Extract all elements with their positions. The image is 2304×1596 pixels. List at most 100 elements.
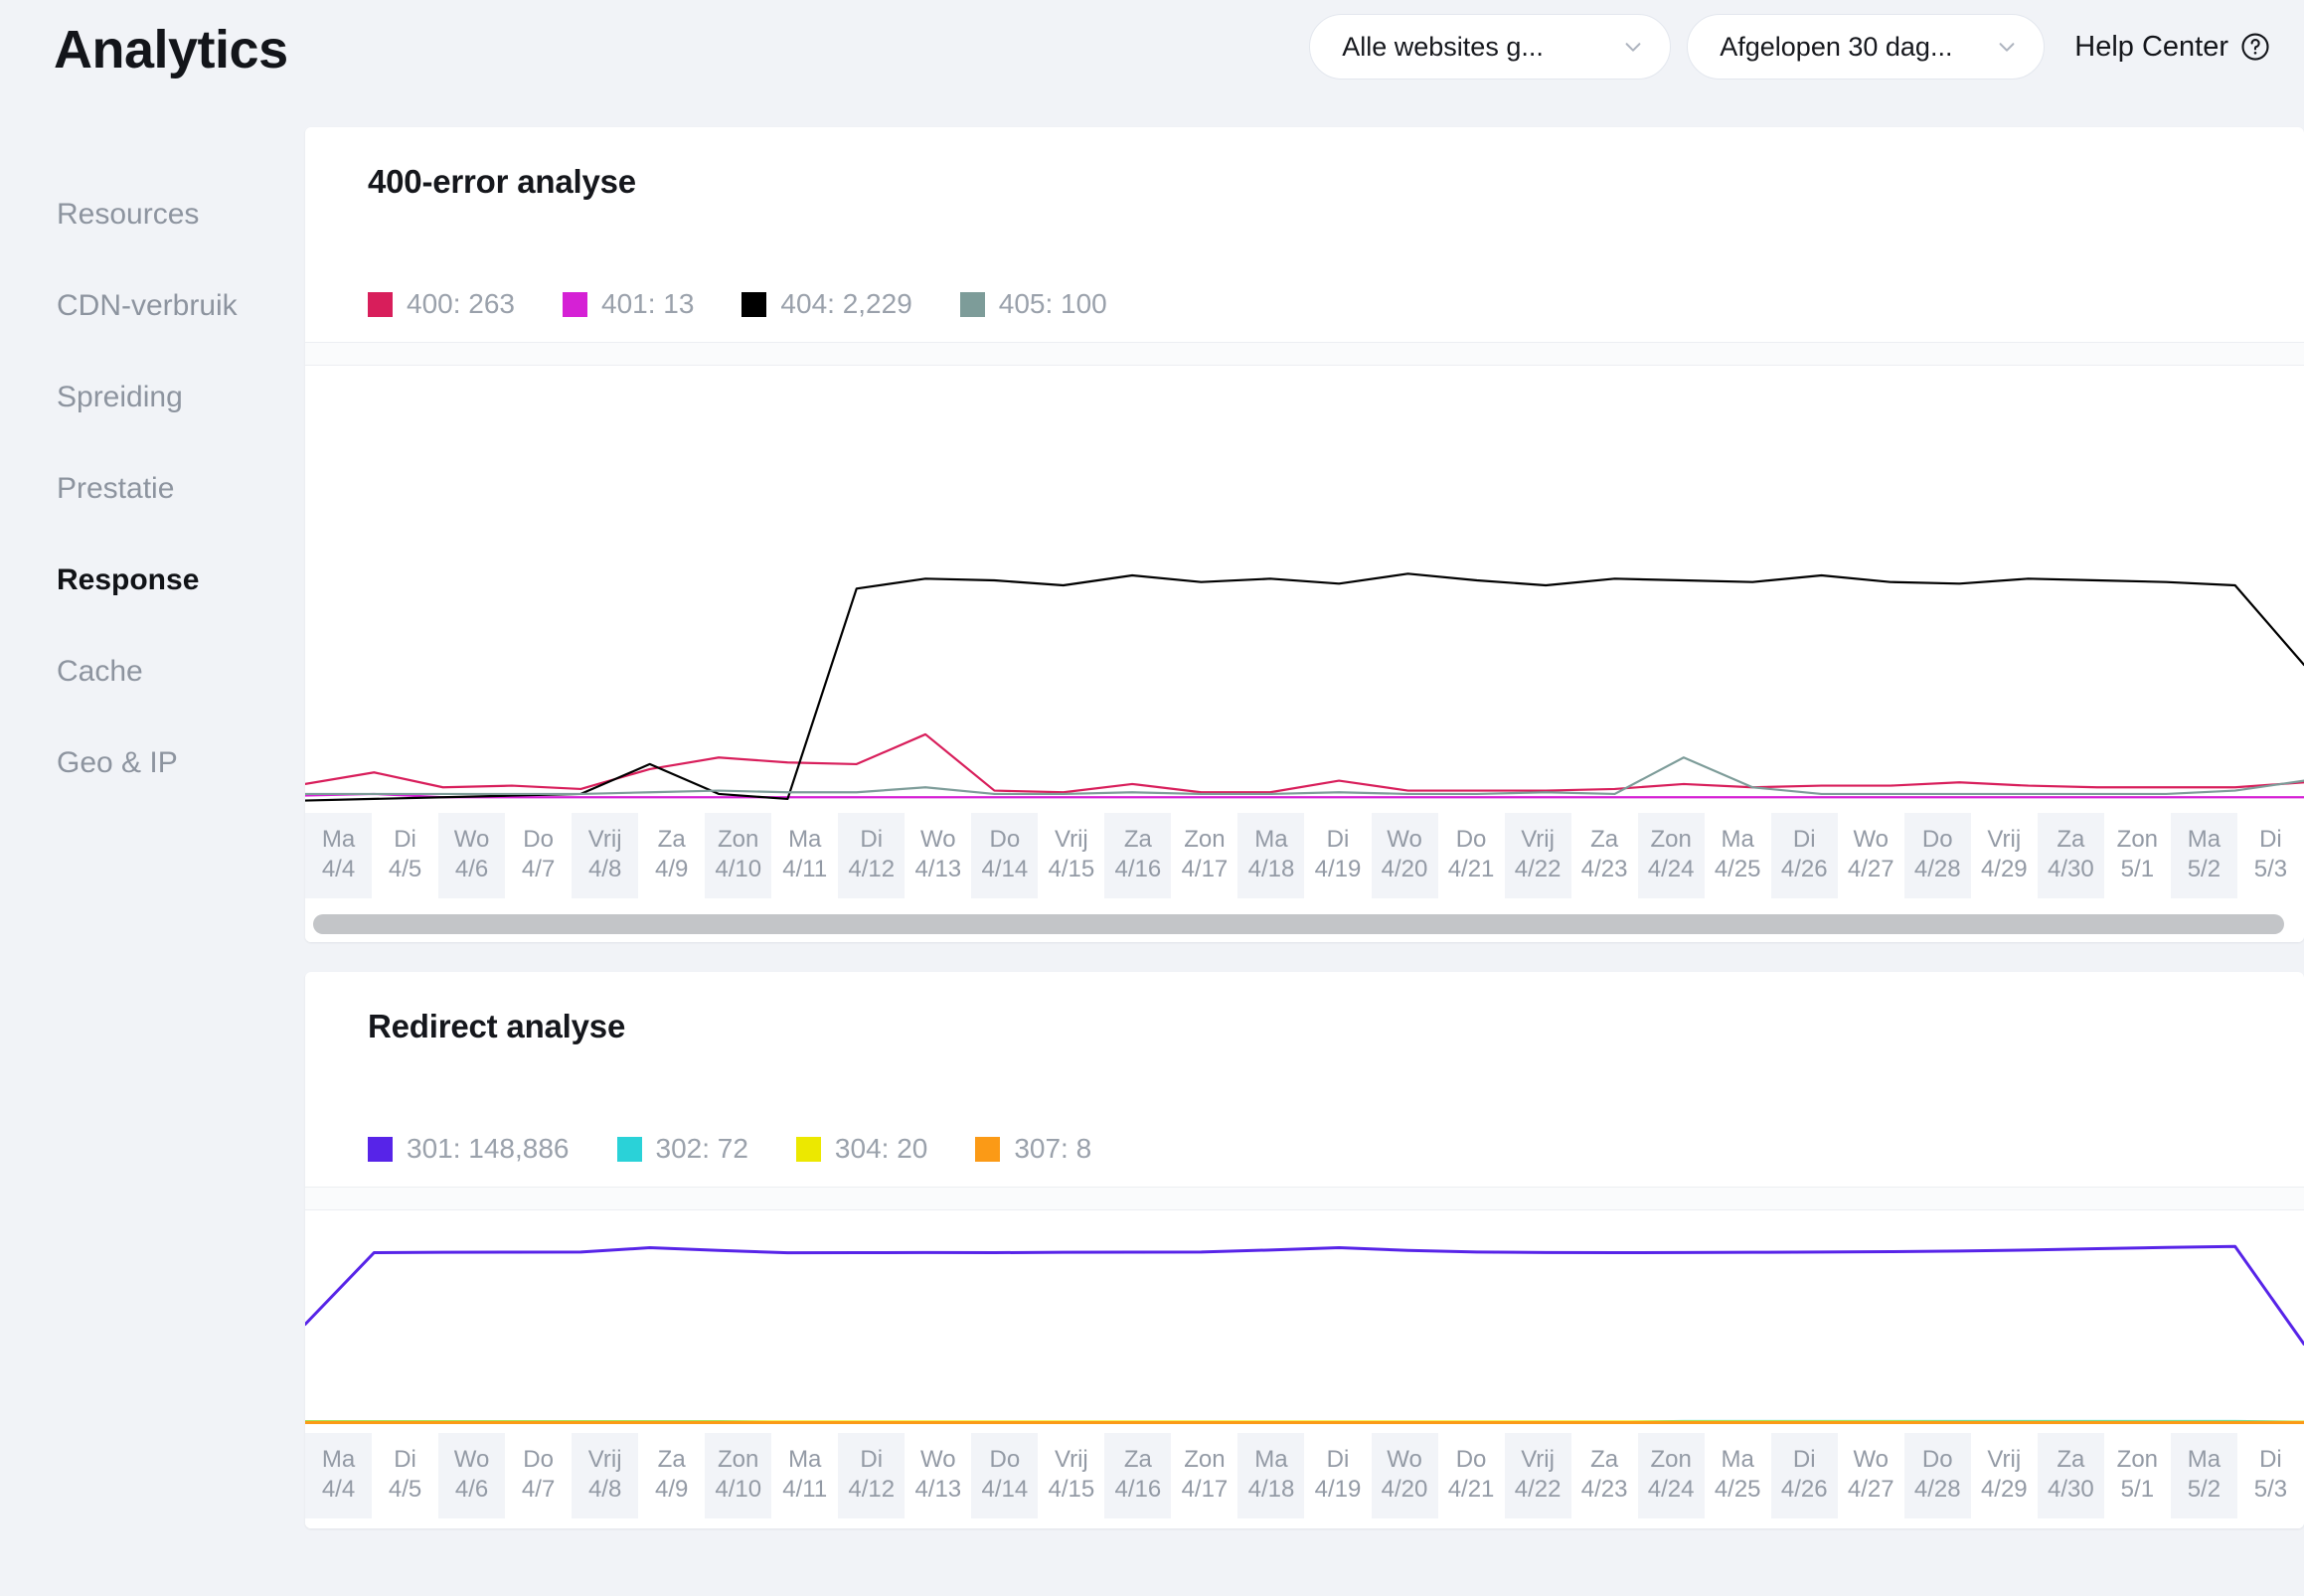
x-axis-tick: Za4/16 <box>1104 1433 1171 1518</box>
legend-label-304: 304: 20 <box>835 1133 927 1165</box>
x-axis-tick-date: 4/24 <box>1638 1475 1705 1505</box>
x-axis-tick: Wo4/20 <box>1372 1433 1438 1518</box>
x-axis-tick-dow: Di <box>1304 825 1371 855</box>
sidebar-item-response[interactable]: Response <box>0 535 305 626</box>
x-axis-tick: Vrij4/22 <box>1505 813 1571 898</box>
x-axis-tick-dow: Di <box>372 1445 438 1475</box>
x-axis-tick: Zon5/1 <box>2104 1433 2171 1518</box>
x-axis-tick-date: 4/11 <box>771 855 838 884</box>
series-line-405 <box>305 757 2304 794</box>
x-axis-tick-date: 5/1 <box>2104 855 2171 884</box>
legend-item-405[interactable]: 405: 100 <box>960 288 1107 320</box>
x-axis-tick: Za4/16 <box>1104 813 1171 898</box>
x-axis-tick: Za4/23 <box>1571 1433 1638 1518</box>
x-axis-tick-dow: Ma <box>1237 825 1304 855</box>
x-axis-tick-dow: Zon <box>705 1445 771 1475</box>
sidebar-item-geo-ip[interactable]: Geo & IP <box>0 718 305 809</box>
chart-svg <box>305 1210 2304 1425</box>
legend-item-401[interactable]: 401: 13 <box>563 288 694 320</box>
sidebar-item-resources[interactable]: Resources <box>0 169 305 260</box>
x-axis-tick-dow: Za <box>638 1445 705 1475</box>
x-axis-tick-dow: Do <box>971 825 1038 855</box>
x-axis-tick: Za4/23 <box>1571 813 1638 898</box>
x-axis-tick-date: 4/7 <box>505 855 572 884</box>
x-axis-tick-dow: Wo <box>438 1445 505 1475</box>
chevron-down-icon <box>1996 36 2018 58</box>
sidebar-item-prestatie[interactable]: Prestatie <box>0 443 305 535</box>
x-axis-tick: Ma4/11 <box>771 813 838 898</box>
legend-swatch-404 <box>741 292 766 317</box>
x-axis-tick: Do4/14 <box>971 813 1038 898</box>
x-axis-tick: Di4/26 <box>1771 813 1838 898</box>
x-axis-tick-date: 4/9 <box>638 1475 705 1505</box>
x-axis-tick-date: 4/14 <box>971 1475 1038 1505</box>
x-axis-tick-date: 4/19 <box>1304 1475 1371 1505</box>
x-axis-tick-date: 4/25 <box>1705 1475 1771 1505</box>
help-center-link[interactable]: Help Center <box>2074 31 2270 64</box>
x-axis-tick: Do4/21 <box>1438 813 1505 898</box>
x-axis-tick-date: 4/18 <box>1237 855 1304 884</box>
horizontal-scrollbar-thumb[interactable] <box>313 914 2284 934</box>
x-axis-tick-date: 4/30 <box>2038 1475 2104 1505</box>
x-axis-tick-dow: Vrij <box>1505 825 1571 855</box>
legend-item-301[interactable]: 301: 148,886 <box>368 1133 570 1165</box>
card-400-error-analyse: 400-error analyse 400: 263401: 13404: 2,… <box>305 127 2304 942</box>
card-redirect-analyse: Redirect analyse 301: 148,886 302: 72 304:… <box>305 972 2304 1528</box>
x-axis-tick-date: 4/6 <box>438 1475 505 1505</box>
x-axis-tick-date: 4/26 <box>1771 855 1838 884</box>
x-axis-tick-dow: Do <box>505 1445 572 1475</box>
x-axis-tick: Ma4/11 <box>771 1433 838 1518</box>
series-line-404 <box>305 573 2304 800</box>
x-axis-tick-date: 4/11 <box>771 1475 838 1505</box>
chart-x-axis: Ma4/4Di4/5Wo4/6Do4/7Vrij4/8Za4/9Zon4/10M… <box>305 1425 2304 1528</box>
x-axis-tick-dow: Ma <box>2171 825 2237 855</box>
chart-plot-area <box>305 1210 2304 1425</box>
x-axis-tick-dow: Za <box>1104 1445 1171 1475</box>
x-axis-tick-dow: Di <box>2237 825 2304 855</box>
legend-label-302: 302: 72 <box>656 1133 748 1165</box>
x-axis-tick-dow: Za <box>1104 825 1171 855</box>
legend-item-302[interactable]: 302: 72 <box>617 1133 748 1165</box>
date-range-label: Afgelopen 30 dag... <box>1720 32 1952 63</box>
date-range-dropdown[interactable]: Afgelopen 30 dag... <box>1687 14 2045 80</box>
legend-swatch-307 <box>975 1137 1000 1162</box>
x-axis-tick-date: 4/22 <box>1505 855 1571 884</box>
legend-item-307[interactable]: 307: 8 <box>975 1133 1091 1165</box>
x-axis-tick-dow: Di <box>1304 1445 1371 1475</box>
x-axis-tick-dow: Vrij <box>1505 1445 1571 1475</box>
x-axis-tick-dow: Vrij <box>1971 825 2038 855</box>
legend-label-404: 404: 2,229 <box>780 288 911 320</box>
x-axis-tick-date: 4/17 <box>1171 855 1237 884</box>
sidebar-item-cache[interactable]: Cache <box>0 626 305 718</box>
chart-legend: 400: 263 401: 13 404: 2,229 405: 100 <box>368 288 1107 320</box>
x-axis-tick: Za4/30 <box>2038 1433 2104 1518</box>
x-axis-tick-dow: Vrij <box>572 825 638 855</box>
x-axis-tick-dow: Za <box>1571 825 1638 855</box>
page-header: Analytics Alle websites g... Afgelopen 3… <box>0 0 2304 103</box>
x-axis-tick-date: 4/24 <box>1638 855 1705 884</box>
legend-item-304[interactable]: 304: 20 <box>796 1133 927 1165</box>
legend-item-404[interactable]: 404: 2,229 <box>741 288 911 320</box>
legend-swatch-304 <box>796 1137 821 1162</box>
sidebar-nav: Resources CDN-verbruik Spreiding Prestat… <box>0 169 305 809</box>
analytics-page: Analytics Alle websites g... Afgelopen 3… <box>0 0 2304 1596</box>
x-axis-tick-date: 4/27 <box>1838 855 1904 884</box>
x-axis-tick-dow: Vrij <box>1971 1445 2038 1475</box>
x-axis-tick-date: 4/23 <box>1571 1475 1638 1505</box>
site-filter-dropdown[interactable]: Alle websites g... <box>1309 14 1671 80</box>
x-axis-tick-date: 4/21 <box>1438 855 1505 884</box>
legend-label-301: 301: 148,886 <box>407 1133 570 1165</box>
legend-item-400[interactable]: 400: 263 <box>368 288 515 320</box>
x-axis-tick-dow: Ma <box>2171 1445 2237 1475</box>
x-axis-tick: Di4/5 <box>372 813 438 898</box>
x-axis-tick-date: 4/27 <box>1838 1475 1904 1505</box>
card-title: Redirect analyse <box>368 1008 625 1045</box>
x-axis-tick: Di4/12 <box>838 1433 905 1518</box>
horizontal-scrollbar-track[interactable] <box>305 908 2304 942</box>
x-axis-tick-date: 4/29 <box>1971 855 2038 884</box>
x-axis-tick-dow: Zon <box>2104 825 2171 855</box>
series-line-301 <box>305 1246 2304 1344</box>
sidebar-item-cdn-verbruik[interactable]: CDN-verbruik <box>0 260 305 352</box>
sidebar-item-spreiding[interactable]: Spreiding <box>0 352 305 443</box>
legend-divider-band <box>305 1187 2304 1210</box>
